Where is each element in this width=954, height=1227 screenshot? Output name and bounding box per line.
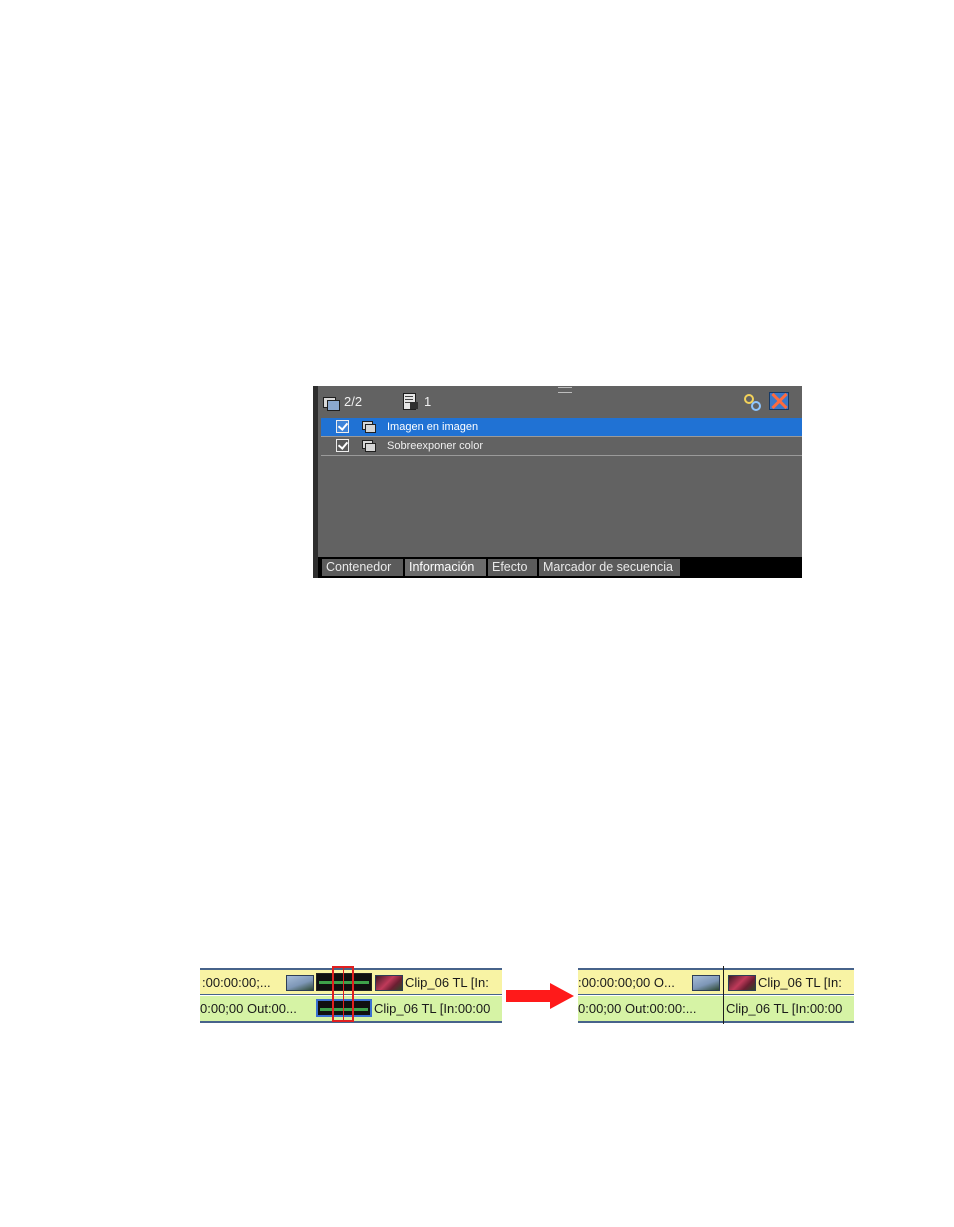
tab-informacion[interactable]: Información (405, 559, 487, 576)
effect-list: Imagen en imagen Sobreexponer color (321, 418, 802, 456)
right-arrow-icon (506, 983, 576, 1009)
timeline-before: :00:00:00;... Clip_06 TL [In: 0:00;00 Ou… (200, 966, 502, 1024)
tab-marcador-de-secuencia[interactable]: Marcador de secuencia (539, 559, 681, 576)
properties-button[interactable] (742, 392, 762, 412)
clip-name-label[interactable]: Clip_06 TL [In: (405, 975, 489, 990)
timeline-after: :00:00:00;00 O... Clip_06 TL [In: 0:00;0… (578, 966, 854, 1024)
tab-efecto[interactable]: Efecto (488, 559, 538, 576)
document-icon (403, 393, 418, 410)
effect-icon (362, 440, 376, 452)
info-toolbar: 2/2 1 (318, 386, 802, 418)
audio-track: 0:00;00 Out:00:00:... Clip_06 TL [In:00:… (578, 996, 854, 1023)
transition-highlight-box (332, 966, 354, 1022)
effect-enabled-checkbox[interactable] (336, 439, 349, 452)
clip-timecode-label: 0:00;00 Out:00... (200, 1001, 297, 1016)
layer-count: 2/2 (344, 394, 363, 409)
clip-name-label[interactable]: Clip_06 TL [In:00:00 (726, 1001, 842, 1016)
clip-timecode-label: :00:00:00;... (202, 975, 271, 990)
effect-name: Imagen en imagen (387, 421, 479, 433)
effect-icon (362, 421, 376, 433)
delete-effect-button[interactable] (769, 392, 789, 410)
clip-name-label[interactable]: Clip_06 TL [In: (758, 975, 842, 990)
clip-cut-line (723, 966, 724, 1024)
panel-tab-bar: Contenedor Información Efecto Marcador d… (318, 557, 802, 578)
clip-thumbnail (692, 975, 720, 991)
clip-name-label[interactable]: Clip_06 TL [In:00:00 (374, 1001, 490, 1016)
effect-enabled-checkbox[interactable] (336, 420, 349, 433)
list-item[interactable]: Sobreexponer color (321, 437, 802, 456)
clip-thumbnail (286, 975, 314, 991)
video-track: :00:00:00;00 O... Clip_06 TL [In: (578, 968, 854, 995)
clip-timecode-label: :00:00:00;00 O... (578, 975, 675, 990)
list-item[interactable]: Imagen en imagen (321, 418, 802, 437)
clip-thumbnail (728, 975, 756, 991)
document-count: 1 (424, 394, 432, 409)
effect-name: Sobreexponer color (387, 440, 484, 452)
layers-icon (323, 395, 340, 411)
tab-contenedor[interactable]: Contenedor (322, 559, 404, 576)
clip-timecode-label: 0:00;00 Out:00:00:... (578, 1001, 697, 1016)
info-panel: 2/2 1 Imagen en imagen Sobreexponer colo… (313, 386, 802, 578)
clip-thumbnail (375, 975, 403, 991)
